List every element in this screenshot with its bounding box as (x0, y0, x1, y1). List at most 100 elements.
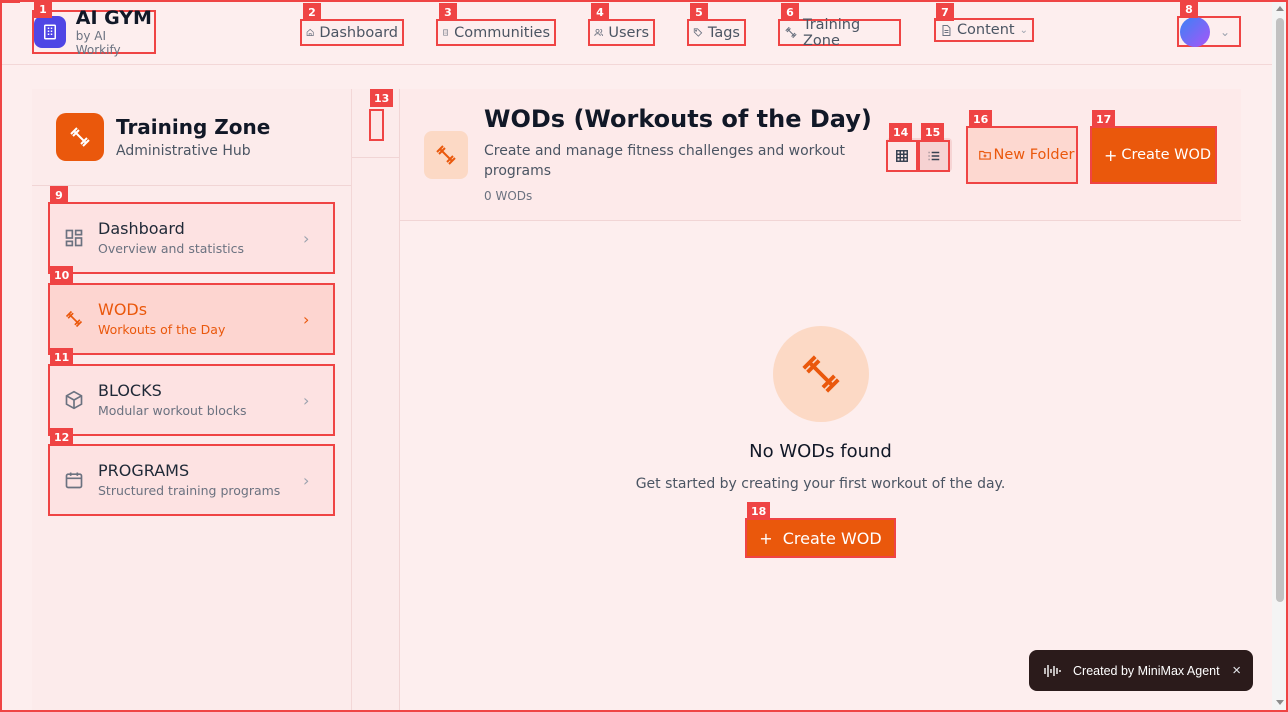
building-icon (34, 16, 66, 48)
scroll-thumb[interactable] (1276, 18, 1284, 602)
user-menu-button[interactable]: ⌄ (1177, 16, 1241, 47)
grid-view-button[interactable] (886, 140, 918, 172)
plus-icon: + (759, 528, 773, 548)
dumbbell-icon (424, 131, 468, 179)
sidebar-item-label: Dashboard (98, 218, 185, 238)
list-icon (928, 151, 940, 161)
dumbbell-icon (773, 326, 869, 422)
waveform-icon (1044, 664, 1061, 677)
nav-label: Tags (707, 24, 740, 41)
annotation-badge: 18 (747, 502, 771, 520)
sidebar-item-blocks[interactable]: BLOCKS Modular workout blocks › (48, 364, 335, 436)
nav-content-dropdown[interactable]: Content ⌄ (934, 18, 1034, 42)
empty-create-wod-label: Create WOD (782, 528, 882, 548)
sidebar-item-desc: Workouts of the Day (98, 321, 226, 337)
list-view-button[interactable] (918, 140, 950, 172)
sidebar-item-desc: Overview and statistics (98, 240, 245, 256)
nav-label: Communities (454, 24, 550, 41)
sidebar-header: Training Zone Administrative Hub (32, 89, 351, 186)
new-folder-button[interactable]: New Folder (966, 126, 1078, 184)
grid-icon (896, 150, 908, 162)
sidebar-item-desc: Modular workout blocks (98, 402, 247, 418)
create-wod-button[interactable]: + Create WOD (1090, 126, 1217, 184)
wods-header: WODs (Workouts of the Day) Create and ma… (400, 89, 1241, 221)
annotation-badge: 9 (50, 186, 68, 204)
users-icon (594, 28, 603, 37)
nav-dashboard[interactable]: Dashboard (300, 19, 404, 46)
home-icon (306, 28, 314, 36)
scroll-down-arrow[interactable] (1276, 700, 1284, 705)
grid-icon (50, 228, 98, 248)
annotation-badge: 17 (1092, 110, 1116, 128)
toast-text: Created by MiniMax Agent (1073, 663, 1220, 678)
nav-users[interactable]: Users (588, 19, 655, 46)
dumbbell-icon (56, 113, 104, 161)
nav-label: Content (956, 22, 1015, 38)
scroll-up-arrow[interactable] (1276, 6, 1284, 11)
sidebar-item-desc: Structured training programs (98, 482, 281, 498)
chevron-right-icon: › (303, 390, 310, 410)
avatar (1180, 16, 1210, 47)
annotation-badge: 1 (34, 0, 52, 18)
top-navbar: AI GYM by AI Workify Dashboard Communiti… (0, 0, 1272, 65)
page-description: Create and manage fitness challenges and… (484, 143, 845, 179)
sidebar-item-label: PROGRAMS (98, 460, 190, 480)
annotation-badge: 15 (921, 123, 945, 141)
plus-icon: + (1104, 145, 1118, 165)
nav-label: Users (608, 24, 649, 41)
dumbbell-icon (50, 309, 98, 329)
folder-panel-toggle[interactable] (369, 109, 384, 141)
view-toggle (886, 138, 952, 172)
annotation-badge: 4 (591, 3, 609, 21)
calendar-icon (50, 470, 98, 490)
cube-icon (50, 390, 98, 410)
annotation-badge: 16 (969, 110, 993, 128)
document-icon (942, 24, 951, 36)
sidebar-item-wods[interactable]: WODs Workouts of the Day › (48, 283, 335, 355)
chevron-right-icon: › (303, 470, 310, 490)
nav-tags[interactable]: Tags (687, 19, 746, 46)
nav-label: Dashboard (319, 24, 398, 41)
annotation-badge: 8 (1180, 0, 1198, 18)
wod-count: 0 WODs (484, 189, 533, 203)
create-wod-label: Create WOD (1121, 147, 1212, 163)
nav-training-zone[interactable]: Training Zone (778, 16, 901, 49)
close-icon[interactable]: × (1232, 662, 1241, 679)
annotation-badge: 5 (690, 3, 708, 21)
minimax-toast: Created by MiniMax Agent × (1029, 650, 1253, 691)
corner-marker (0, 0, 20, 3)
chevron-right-icon: › (303, 228, 310, 248)
chevron-down-icon: ⌄ (1220, 24, 1231, 39)
building-icon (443, 29, 448, 36)
empty-create-wod-button[interactable]: + Create WOD (745, 518, 896, 558)
annotation-badge: 6 (781, 3, 799, 21)
sidebar-item-label: BLOCKS (98, 380, 162, 400)
nav-communities[interactable]: Communities (436, 19, 556, 46)
page-title: WODs (Workouts of the Day) (484, 105, 872, 133)
annotation-badge: 2 (303, 3, 321, 21)
sidebar-title: Training Zone (116, 115, 271, 139)
page-scrollbar[interactable] (1272, 0, 1288, 712)
sidebar-subtitle: Administrative Hub (116, 143, 251, 159)
annotation-badge: 7 (936, 3, 954, 21)
brand-subtitle: by AI Workify (75, 29, 121, 57)
sidebar-item-programs[interactable]: PROGRAMS Structured training programs › (48, 444, 335, 516)
sidebar-item-dashboard[interactable]: Dashboard Overview and statistics › (48, 202, 335, 274)
nav-label: Training Zone (802, 16, 861, 49)
empty-state-title: No WODs found (749, 441, 892, 462)
chevron-down-icon: ⌄ (1019, 24, 1028, 36)
annotation-badge: 11 (50, 348, 74, 366)
annotation-badge: 10 (50, 266, 74, 284)
new-folder-label: New Folder (993, 147, 1075, 163)
folder-plus-icon (979, 150, 991, 160)
empty-state-description: Get started by creating your first worko… (635, 476, 1006, 492)
annotation-badge: 14 (889, 123, 913, 141)
annotation-badge: 3 (439, 3, 457, 21)
divider (352, 157, 400, 158)
chevron-right-icon: › (303, 309, 310, 329)
wods-content: No WODs found Get started by creating yo… (400, 222, 1241, 712)
annotation-badge: 12 (50, 428, 74, 446)
brand-title: AI GYM (75, 7, 152, 29)
dumbbell-icon (785, 26, 797, 39)
annotation-badge: 13 (370, 89, 394, 107)
